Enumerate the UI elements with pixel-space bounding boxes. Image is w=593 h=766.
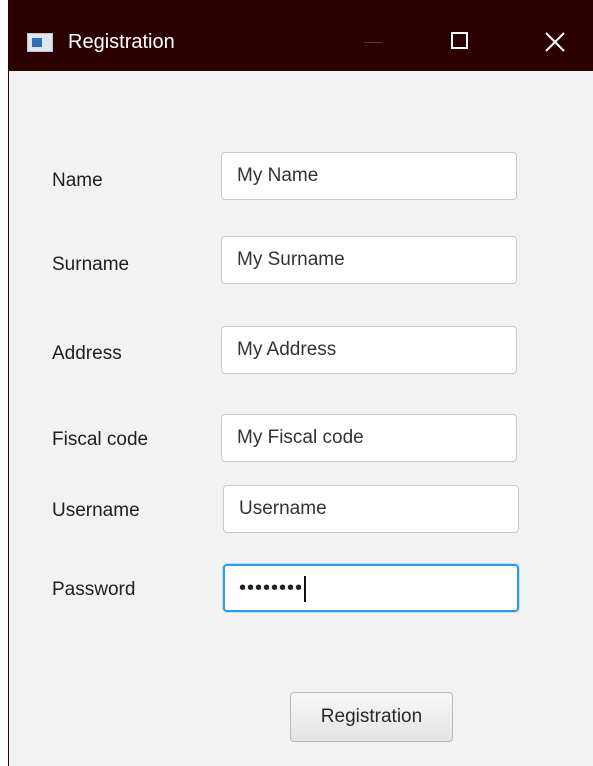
address-field[interactable]: My Address xyxy=(221,326,517,374)
name-label: Name xyxy=(52,170,103,191)
minimize-icon xyxy=(364,42,382,43)
text-caret xyxy=(304,575,307,602)
minimize-button[interactable] xyxy=(342,22,402,62)
password-masked-value: •••••••• xyxy=(239,577,304,599)
registration-window: Registration Name My Name Surname My Sur… xyxy=(8,0,593,766)
password-field[interactable]: •••••••• xyxy=(223,564,519,612)
registration-button[interactable]: Registration xyxy=(290,692,453,742)
close-button[interactable] xyxy=(524,22,584,62)
address-label: Address xyxy=(52,343,122,364)
app-window-icon xyxy=(27,33,53,52)
close-icon xyxy=(545,32,565,52)
username-field[interactable]: Username xyxy=(223,485,519,533)
fiscal-code-field[interactable]: My Fiscal code xyxy=(221,414,517,462)
fiscal-code-label: Fiscal code xyxy=(52,429,149,450)
title-bar[interactable]: Registration xyxy=(9,0,593,71)
password-label: Password xyxy=(52,579,136,600)
username-label: Username xyxy=(52,500,140,521)
window-title: Registration xyxy=(68,31,175,53)
surname-label: Surname xyxy=(52,254,130,275)
surname-field[interactable]: My Surname xyxy=(221,236,517,284)
maximize-button[interactable] xyxy=(429,22,489,62)
name-field[interactable]: My Name xyxy=(221,152,517,200)
maximize-icon xyxy=(451,32,468,49)
